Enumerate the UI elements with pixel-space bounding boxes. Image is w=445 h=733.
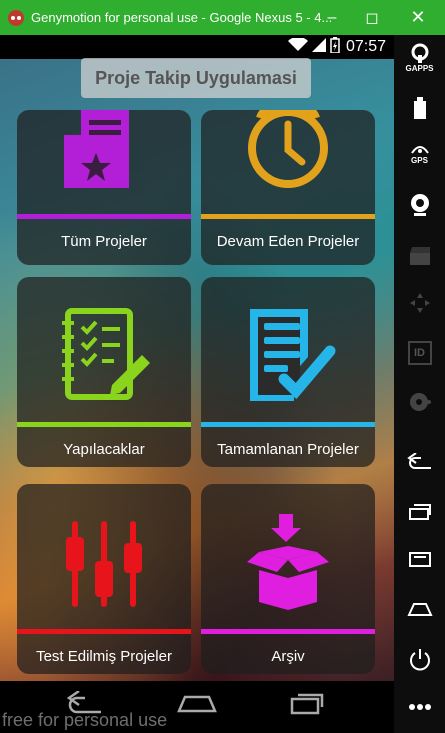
close-button[interactable]: ✕ bbox=[398, 0, 438, 35]
power-tool[interactable] bbox=[394, 647, 445, 673]
remote-control-tool[interactable] bbox=[394, 291, 445, 315]
emulator-tool-panel: GAPPS GPS ID bbox=[394, 35, 445, 733]
menu-tool[interactable] bbox=[394, 551, 445, 567]
gapps-icon bbox=[411, 43, 428, 63]
maximize-button[interactable]: ◻ bbox=[352, 0, 392, 35]
disk-icon bbox=[409, 393, 431, 411]
id-icon: ID bbox=[407, 341, 432, 365]
recent-apps-button[interactable] bbox=[286, 691, 326, 720]
app-title: Proje Takip Uygulamasi bbox=[81, 58, 311, 98]
device-id-tool[interactable]: ID bbox=[394, 341, 445, 365]
card-archive[interactable]: Arşiv bbox=[201, 484, 375, 674]
gapps-tool[interactable]: GAPPS bbox=[394, 43, 445, 73]
card-label: Test Edilmiş Projeler bbox=[36, 648, 172, 665]
signal-icon bbox=[311, 37, 326, 57]
power-icon bbox=[409, 649, 430, 671]
status-time: 07:57 bbox=[345, 38, 386, 55]
folder-star-icon bbox=[17, 110, 191, 190]
gps-label: GPS bbox=[411, 156, 428, 165]
android-screen: 07:57 Tüm Projeler Devam Eden Projeler Y… bbox=[0, 35, 394, 681]
battery-icon bbox=[330, 36, 340, 58]
card-accent-bar bbox=[17, 422, 191, 427]
webcam-icon bbox=[410, 194, 429, 216]
gps-icon bbox=[410, 146, 429, 154]
genymotion-app-icon bbox=[8, 9, 24, 26]
home-button[interactable] bbox=[175, 691, 219, 720]
card-label: Tüm Projeler bbox=[61, 233, 147, 250]
card-label: Arşiv bbox=[271, 648, 305, 665]
checklist-icon bbox=[17, 305, 191, 405]
gps-tool[interactable]: GPS bbox=[394, 141, 445, 165]
archive-box-icon bbox=[201, 512, 375, 612]
disk-tool[interactable] bbox=[394, 391, 445, 413]
card-accent-bar bbox=[201, 629, 375, 634]
card-label: Devam Eden Projeler bbox=[216, 233, 360, 250]
card-label: Yapılacaklar bbox=[63, 441, 145, 458]
android-statusbar: 07:57 bbox=[0, 35, 394, 59]
watermark-text: free for personal use bbox=[2, 710, 168, 730]
card-accent-bar bbox=[17, 629, 191, 634]
window-title: Genymotion for personal use - Google Nex… bbox=[31, 10, 331, 25]
alarm-clock-icon bbox=[201, 110, 375, 200]
dpad-icon bbox=[409, 293, 430, 313]
more-tool[interactable] bbox=[394, 703, 445, 711]
more-dots-icon bbox=[408, 704, 431, 710]
clapperboard-icon bbox=[409, 247, 430, 265]
card-accent-bar bbox=[201, 214, 375, 219]
minimize-button[interactable]: – bbox=[312, 0, 352, 35]
window-titlebar: Genymotion for personal use - Google Nex… bbox=[0, 0, 445, 35]
home-icon bbox=[406, 603, 433, 616]
wifi-icon bbox=[287, 36, 308, 57]
back-arrow-icon bbox=[406, 453, 431, 469]
gapps-label: GAPPS bbox=[405, 64, 434, 73]
card-ongoing-projects[interactable]: Devam Eden Projeler bbox=[201, 110, 375, 265]
recent-apps-icon bbox=[408, 504, 431, 520]
back-tool[interactable] bbox=[394, 453, 445, 469]
document-check-icon bbox=[201, 305, 375, 405]
card-all-projects[interactable]: Tüm Projeler bbox=[17, 110, 191, 265]
menu-icon bbox=[408, 552, 431, 567]
recent-tool[interactable] bbox=[394, 503, 445, 521]
card-completed-projects[interactable]: Tamamlanan Projeler bbox=[201, 277, 375, 467]
card-label: Tamamlanan Projeler bbox=[217, 441, 359, 458]
card-accent-bar bbox=[201, 422, 375, 427]
sliders-icon bbox=[17, 519, 191, 609]
webcam-tool[interactable] bbox=[394, 193, 445, 217]
media-tool[interactable] bbox=[394, 247, 445, 265]
card-todo[interactable]: Yapılacaklar bbox=[17, 277, 191, 467]
battery-tool-icon bbox=[413, 97, 426, 119]
battery-tool[interactable] bbox=[394, 97, 445, 119]
card-tested-projects[interactable]: Test Edilmiş Projeler bbox=[17, 484, 191, 674]
card-accent-bar bbox=[17, 214, 191, 219]
home-tool[interactable] bbox=[394, 601, 445, 617]
